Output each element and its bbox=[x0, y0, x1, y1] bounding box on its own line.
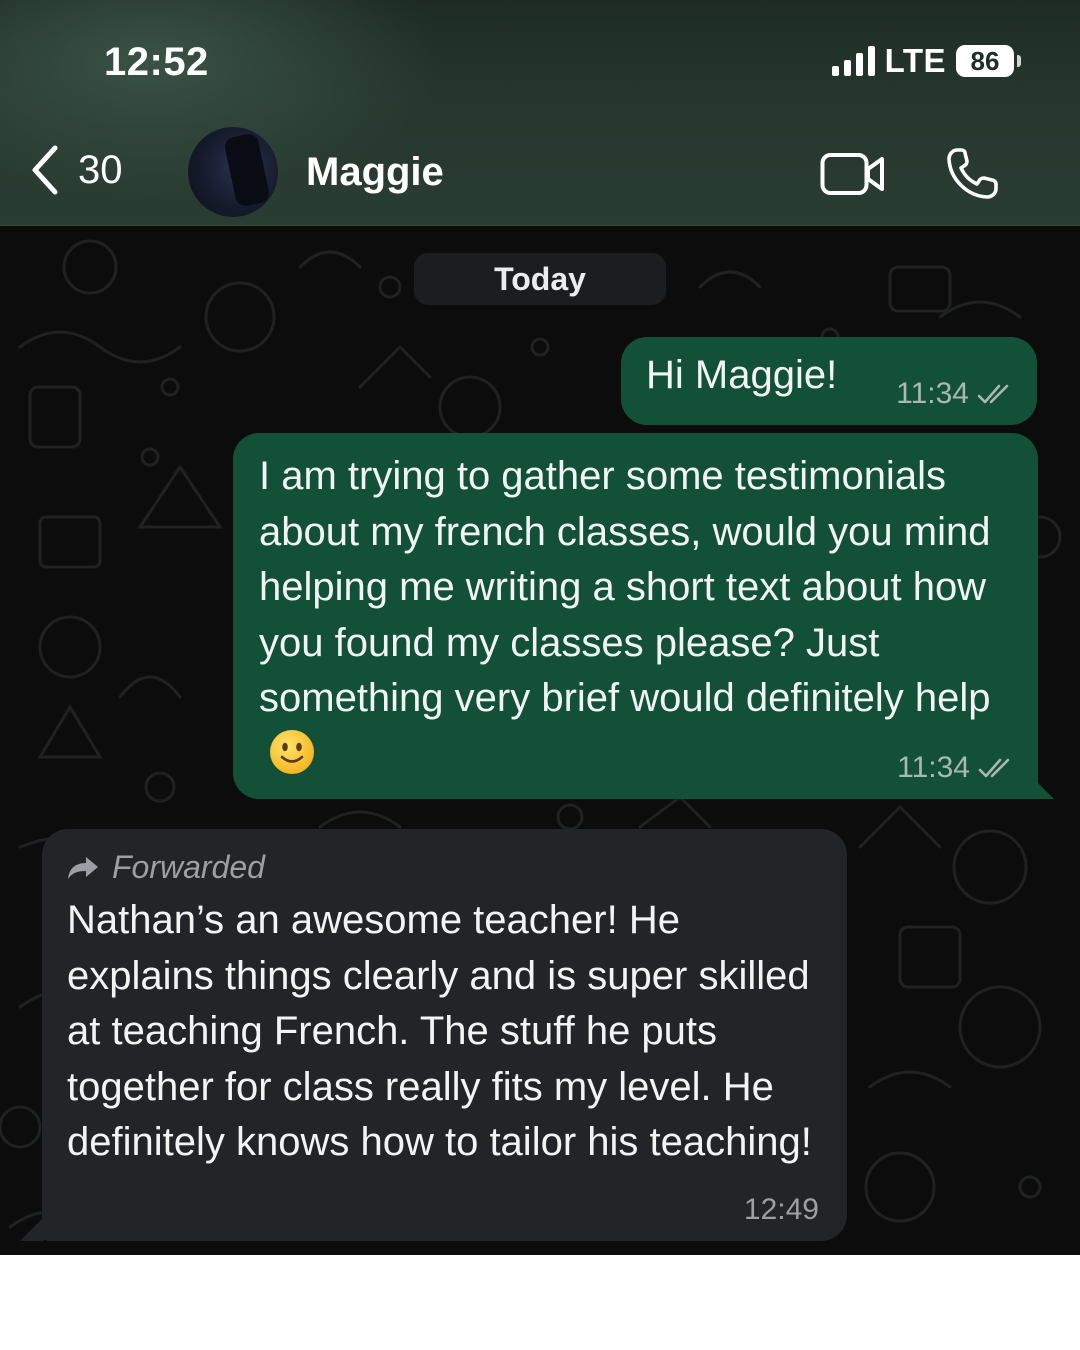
date-separator: Today bbox=[414, 253, 666, 305]
battery-icon: 86 bbox=[956, 45, 1021, 77]
message-text: Nathan’s an awesome teacher! He explains… bbox=[67, 898, 812, 1164]
network-type: LTE bbox=[884, 42, 946, 79]
video-camera-icon bbox=[820, 153, 884, 195]
message-time: 12:49 bbox=[743, 1193, 819, 1226]
chat-area[interactable]: Today Hi Maggie! 11:34 I am trying to ga… bbox=[0, 227, 1080, 1255]
message-bubble-incoming[interactable]: Forwarded Nathan’s an awesome teacher! H… bbox=[42, 829, 847, 1241]
chat-screen: 12:52 LTE 86 30 Maggie Today Hi Maggie! … bbox=[0, 0, 1080, 1255]
double-check-icon bbox=[977, 384, 1009, 404]
voice-call-button[interactable] bbox=[945, 145, 1001, 206]
back-button[interactable]: 30 bbox=[30, 144, 123, 196]
chat-header: 30 Maggie bbox=[0, 127, 1080, 220]
message-time: 11:34 bbox=[896, 377, 969, 410]
message-text: I am trying to gather some testimonials … bbox=[259, 449, 1019, 782]
message-text-body: I am trying to gather some testimonials … bbox=[259, 454, 991, 720]
message-bubble-outgoing[interactable]: I am trying to gather some testimonials … bbox=[233, 433, 1038, 799]
video-call-button[interactable] bbox=[820, 152, 886, 201]
contact-name[interactable]: Maggie bbox=[306, 150, 444, 195]
forward-arrow-icon bbox=[68, 856, 98, 879]
top-bar: 12:52 LTE 86 30 Maggie bbox=[0, 0, 1080, 226]
double-check-icon bbox=[978, 758, 1010, 778]
status-indicators: LTE 86 bbox=[831, 42, 1021, 80]
message-text: Hi Maggie! bbox=[646, 353, 838, 397]
bubble-tail bbox=[1030, 775, 1054, 799]
message-meta: 11:34 bbox=[896, 377, 1013, 411]
signal-icon bbox=[831, 46, 875, 76]
bubble-tail bbox=[20, 1217, 44, 1241]
slightly-smiling-face-icon bbox=[270, 729, 314, 774]
message-time: 11:34 bbox=[897, 751, 970, 784]
message-meta: 11:34 bbox=[897, 751, 1014, 785]
battery-level: 86 bbox=[970, 45, 1000, 76]
status-time: 12:52 bbox=[104, 40, 209, 84]
message-bubble-outgoing[interactable]: Hi Maggie! 11:34 bbox=[621, 337, 1037, 425]
message-meta: 12:49 bbox=[744, 1193, 819, 1227]
phone-icon bbox=[947, 148, 998, 199]
chevron-left-icon bbox=[32, 145, 58, 195]
unread-count: 30 bbox=[78, 147, 123, 192]
forwarded-label: Forwarded bbox=[66, 849, 265, 886]
avatar[interactable] bbox=[188, 127, 278, 217]
forwarded-text: Forwarded bbox=[112, 849, 265, 885]
